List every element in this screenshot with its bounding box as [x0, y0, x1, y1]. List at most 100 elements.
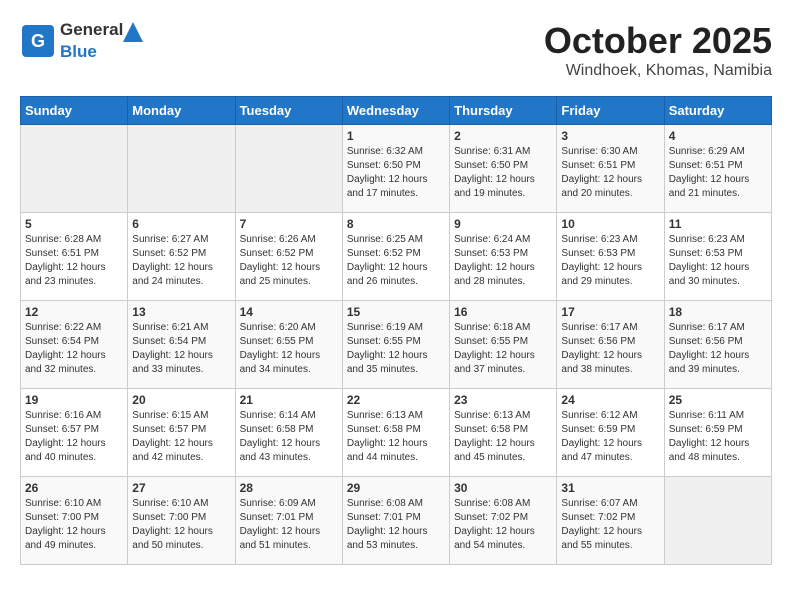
day-info: Sunrise: 6:16 AM Sunset: 6:57 PM Dayligh… — [25, 409, 123, 465]
calendar-cell: 21 Sunrise: 6:14 AM Sunset: 6:58 PM Dayli… — [235, 389, 342, 477]
calendar-cell: 17 Sunrise: 6:17 AM Sunset: 6:56 PM Dayli… — [557, 301, 664, 389]
calendar-cell: 26 Sunrise: 6:10 AM Sunset: 7:00 PM Dayli… — [21, 477, 128, 565]
calendar-cell: 19 Sunrise: 6:16 AM Sunset: 6:57 PM Dayli… — [21, 389, 128, 477]
month-title: October 2025 — [544, 20, 772, 62]
day-number: 8 — [347, 217, 445, 231]
calendar-week-row: 26 Sunrise: 6:10 AM Sunset: 7:00 PM Dayli… — [21, 477, 772, 565]
logo-triangle-icon — [123, 22, 143, 42]
logo: G General Blue — [20, 20, 143, 62]
day-info: Sunrise: 6:25 AM Sunset: 6:52 PM Dayligh… — [347, 233, 445, 289]
day-number: 30 — [454, 481, 552, 495]
day-number: 29 — [347, 481, 445, 495]
day-info: Sunrise: 6:26 AM Sunset: 6:52 PM Dayligh… — [240, 233, 338, 289]
day-number: 22 — [347, 393, 445, 407]
day-number: 24 — [561, 393, 659, 407]
day-info: Sunrise: 6:23 AM Sunset: 6:53 PM Dayligh… — [561, 233, 659, 289]
title-block: October 2025 Windhoek, Khomas, Namibia — [544, 20, 772, 80]
day-info: Sunrise: 6:10 AM Sunset: 7:00 PM Dayligh… — [25, 497, 123, 553]
day-number: 21 — [240, 393, 338, 407]
day-number: 14 — [240, 305, 338, 319]
day-info: Sunrise: 6:07 AM Sunset: 7:02 PM Dayligh… — [561, 497, 659, 553]
day-info: Sunrise: 6:09 AM Sunset: 7:01 PM Dayligh… — [240, 497, 338, 553]
calendar-cell — [128, 125, 235, 213]
calendar-cell: 11Sunrise: 6:23 AM Sunset: 6:53 PM Dayli… — [664, 213, 771, 301]
day-info: Sunrise: 6:13 AM Sunset: 6:58 PM Dayligh… — [454, 409, 552, 465]
day-number: 16 — [454, 305, 552, 319]
day-number: 18 — [669, 305, 767, 319]
calendar-week-row: 12 Sunrise: 6:22 AM Sunset: 6:54 PM Dayli… — [21, 301, 772, 389]
calendar-cell: 24 Sunrise: 6:12 AM Sunset: 6:59 PM Dayli… — [557, 389, 664, 477]
day-number: 3 — [561, 129, 659, 143]
day-number: 28 — [240, 481, 338, 495]
day-info: Sunrise: 6:14 AM Sunset: 6:58 PM Dayligh… — [240, 409, 338, 465]
day-info: Sunrise: 6:08 AM Sunset: 7:01 PM Dayligh… — [347, 497, 445, 553]
day-info: Sunrise: 6:12 AM Sunset: 6:59 PM Dayligh… — [561, 409, 659, 465]
calendar-cell: 28 Sunrise: 6:09 AM Sunset: 7:01 PM Dayli… — [235, 477, 342, 565]
calendar-cell: 4 Sunrise: 6:29 AM Sunset: 6:51 PM Daylig… — [664, 125, 771, 213]
logo-blue-text: Blue — [60, 42, 97, 61]
calendar-cell: 31 Sunrise: 6:07 AM Sunset: 7:02 PM Dayli… — [557, 477, 664, 565]
day-info: Sunrise: 6:17 AM Sunset: 6:56 PM Dayligh… — [561, 321, 659, 377]
day-info: Sunrise: 6:11 AM Sunset: 6:59 PM Dayligh… — [669, 409, 767, 465]
day-number: 9 — [454, 217, 552, 231]
calendar-cell: 2 Sunrise: 6:31 AM Sunset: 6:50 PM Daylig… — [450, 125, 557, 213]
day-number: 23 — [454, 393, 552, 407]
day-number: 13 — [132, 305, 230, 319]
calendar-cell: 16 Sunrise: 6:18 AM Sunset: 6:55 PM Dayli… — [450, 301, 557, 389]
calendar-cell: 6 Sunrise: 6:27 AM Sunset: 6:52 PM Daylig… — [128, 213, 235, 301]
calendar-week-row: 19 Sunrise: 6:16 AM Sunset: 6:57 PM Dayli… — [21, 389, 772, 477]
day-info: Sunrise: 6:18 AM Sunset: 6:55 PM Dayligh… — [454, 321, 552, 377]
calendar-cell: 5Sunrise: 6:28 AM Sunset: 6:51 PM Daylig… — [21, 213, 128, 301]
day-number: 4 — [669, 129, 767, 143]
day-info: Sunrise: 6:24 AM Sunset: 6:53 PM Dayligh… — [454, 233, 552, 289]
day-number: 10 — [561, 217, 659, 231]
weekday-header: Tuesday — [235, 97, 342, 125]
calendar-cell: 29 Sunrise: 6:08 AM Sunset: 7:01 PM Dayli… — [342, 477, 449, 565]
day-number: 26 — [25, 481, 123, 495]
calendar-cell: 20 Sunrise: 6:15 AM Sunset: 6:57 PM Dayli… — [128, 389, 235, 477]
day-number: 19 — [25, 393, 123, 407]
day-number: 11 — [669, 217, 767, 231]
weekday-header: Thursday — [450, 97, 557, 125]
calendar-cell: 8 Sunrise: 6:25 AM Sunset: 6:52 PM Daylig… — [342, 213, 449, 301]
day-info: Sunrise: 6:21 AM Sunset: 6:54 PM Dayligh… — [132, 321, 230, 377]
svg-text:G: G — [31, 31, 45, 51]
day-info: Sunrise: 6:22 AM Sunset: 6:54 PM Dayligh… — [25, 321, 123, 377]
day-info: Sunrise: 6:31 AM Sunset: 6:50 PM Dayligh… — [454, 145, 552, 201]
calendar-cell: 18Sunrise: 6:17 AM Sunset: 6:56 PM Dayli… — [664, 301, 771, 389]
day-info: Sunrise: 6:27 AM Sunset: 6:52 PM Dayligh… — [132, 233, 230, 289]
logo-icon: G — [20, 23, 56, 59]
calendar-cell: 27Sunrise: 6:10 AM Sunset: 7:00 PM Dayli… — [128, 477, 235, 565]
weekday-header: Sunday — [21, 97, 128, 125]
day-number: 2 — [454, 129, 552, 143]
calendar-cell: 10 Sunrise: 6:23 AM Sunset: 6:53 PM Dayli… — [557, 213, 664, 301]
weekday-header: Saturday — [664, 97, 771, 125]
calendar-header-row: SundayMondayTuesdayWednesdayThursdayFrid… — [21, 97, 772, 125]
day-number: 31 — [561, 481, 659, 495]
weekday-header: Friday — [557, 97, 664, 125]
calendar-week-row: 1 Sunrise: 6:32 AM Sunset: 6:50 PM Daylig… — [21, 125, 772, 213]
day-number: 27 — [132, 481, 230, 495]
calendar-cell: 14Sunrise: 6:20 AM Sunset: 6:55 PM Dayli… — [235, 301, 342, 389]
day-number: 20 — [132, 393, 230, 407]
weekday-header: Monday — [128, 97, 235, 125]
day-number: 17 — [561, 305, 659, 319]
day-info: Sunrise: 6:29 AM Sunset: 6:51 PM Dayligh… — [669, 145, 767, 201]
location-title: Windhoek, Khomas, Namibia — [544, 62, 772, 80]
page-header: G General Blue October 2025 Windhoek, Kh… — [20, 20, 772, 80]
weekday-header: Wednesday — [342, 97, 449, 125]
calendar-cell: 7Sunrise: 6:26 AM Sunset: 6:52 PM Daylig… — [235, 213, 342, 301]
day-number: 12 — [25, 305, 123, 319]
calendar-cell: 25Sunrise: 6:11 AM Sunset: 6:59 PM Dayli… — [664, 389, 771, 477]
day-info: Sunrise: 6:13 AM Sunset: 6:58 PM Dayligh… — [347, 409, 445, 465]
calendar-week-row: 5Sunrise: 6:28 AM Sunset: 6:51 PM Daylig… — [21, 213, 772, 301]
logo-general-text: General — [60, 20, 123, 42]
day-info: Sunrise: 6:32 AM Sunset: 6:50 PM Dayligh… — [347, 145, 445, 201]
calendar-cell — [235, 125, 342, 213]
day-number: 1 — [347, 129, 445, 143]
day-info: Sunrise: 6:19 AM Sunset: 6:55 PM Dayligh… — [347, 321, 445, 377]
calendar-cell: 12 Sunrise: 6:22 AM Sunset: 6:54 PM Dayli… — [21, 301, 128, 389]
day-info: Sunrise: 6:15 AM Sunset: 6:57 PM Dayligh… — [132, 409, 230, 465]
calendar-cell: 3Sunrise: 6:30 AM Sunset: 6:51 PM Daylig… — [557, 125, 664, 213]
day-number: 6 — [132, 217, 230, 231]
